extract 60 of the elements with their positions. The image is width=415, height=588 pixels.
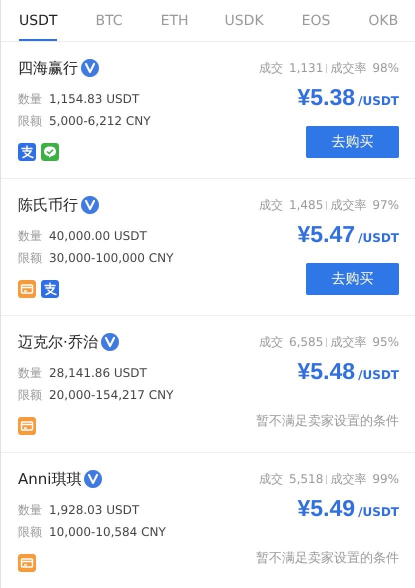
limit-value: 10,000-10,584 CNY [49,525,166,539]
price-unit: /USDT [358,368,399,382]
alipay-icon [18,143,36,161]
limit-label: 限额 [18,524,42,540]
condition-note: 暂不满足卖家设置的条件 [256,550,399,567]
buy-button[interactable]: 去购买 [306,263,399,295]
condition-note: 暂不满足卖家设置的条件 [256,413,399,430]
currency-tab[interactable]: USDT [19,0,58,41]
deals-label: 成交 [258,334,283,350]
amount-value: 1,928.03 USDT [49,503,140,517]
alipay-icon [41,280,59,298]
price-unit: /USDT [358,231,399,245]
limit-value: 5,000-6,212 CNY [49,114,151,128]
deals-count: 1,485 [288,198,324,212]
amount-label: 数量 [18,502,42,518]
currency-tab[interactable]: EOS [302,0,330,41]
rate-label: 成交率 [330,60,366,76]
rate-label: 成交率 [330,196,366,214]
rate-label: 成交率 [330,334,366,350]
amount-value: 28,141.86 USDT [49,366,147,380]
price: ¥5.49 [298,495,356,522]
deals-label: 成交 [258,60,283,76]
buy-button[interactable]: 去购买 [306,126,399,158]
merchant-name: 四海赢行 [18,58,78,78]
price: ¥5.38 [298,84,356,111]
bank-card-icon [18,280,36,298]
limit-label: 限额 [18,386,42,404]
amount-label: 数量 [18,90,42,108]
limit-label: 限额 [18,250,42,266]
bank-card-icon [18,417,36,435]
currency-tab[interactable]: BTC [95,0,123,41]
currency-tab[interactable]: ETH [160,0,189,41]
bank-card-icon [18,554,36,572]
amount-value: 40,000.00 USDT [49,229,147,243]
price-unit: /USDT [358,505,399,519]
merchant-name: 迈克尔·乔治 [18,332,98,352]
rate-label: 成交率 [330,470,366,488]
merchant-name: Anni琪琪 [18,470,82,488]
deals-count: 5,518 [288,472,324,486]
limit-label: 限额 [18,112,42,130]
price-unit: /USDT [358,94,399,108]
deals-count: 6,585 [288,335,324,349]
merchant-name: 陈氏币行 [18,196,78,214]
price: ¥5.48 [298,358,356,385]
amount-label: 数量 [18,228,42,244]
completion-rate: 95% [372,335,399,349]
completion-rate: 99% [372,472,399,486]
deals-label: 成交 [258,470,283,488]
completion-rate: 98% [372,61,399,75]
price: ¥5.47 [298,221,356,248]
completion-rate: 97% [372,198,399,212]
amount-label: 数量 [18,364,42,382]
chat-bubble-icon [41,143,59,161]
limit-value: 30,000-100,000 CNY [49,251,174,265]
limit-value: 20,000-154,217 CNY [49,388,174,402]
deals-label: 成交 [258,196,283,214]
currency-tab[interactable]: OKB [368,0,398,41]
currency-tab[interactable]: USDK [224,0,264,41]
deals-count: 1,131 [288,61,324,75]
amount-value: 1,154.83 USDT [49,92,140,106]
